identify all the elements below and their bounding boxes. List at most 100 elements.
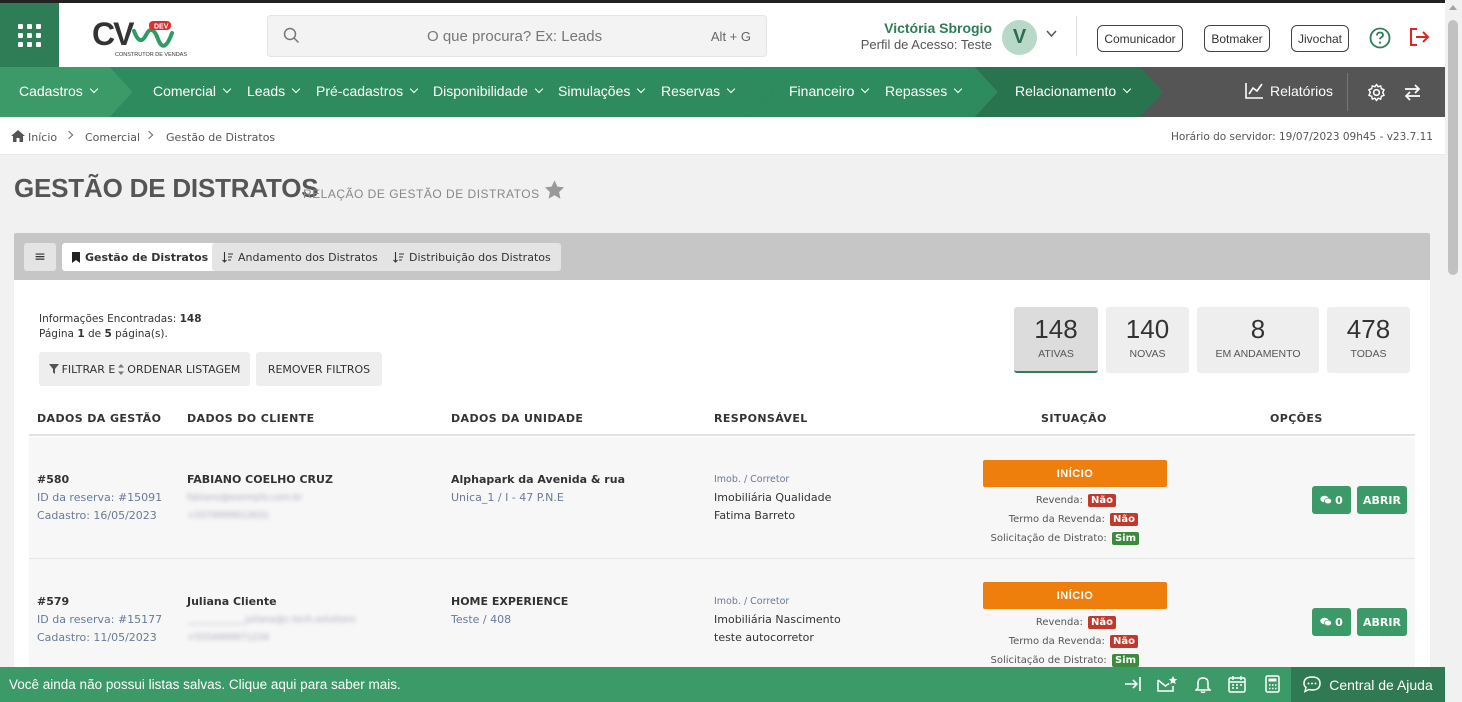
solicitacao-badge: Sim xyxy=(1111,532,1139,545)
jivochat-button[interactable]: Jivochat xyxy=(1291,25,1349,52)
stat-novas[interactable]: 140 NOVAS xyxy=(1106,307,1189,373)
flag-label: Termo da Revenda: xyxy=(1008,636,1105,647)
calculator-icon[interactable] xyxy=(1265,675,1280,693)
nav-label: Relacionamento xyxy=(1015,83,1117,99)
tab-gestao-distratos[interactable]: Gestão de Distratos xyxy=(62,243,219,271)
swap-icon[interactable] xyxy=(1403,83,1422,102)
chevron-down-icon xyxy=(1122,84,1132,94)
nav-label: Cadastros xyxy=(19,83,83,99)
chat-bubble-icon xyxy=(1303,676,1321,693)
nav-relatorios[interactable]: Relatórios xyxy=(1245,82,1333,99)
cliente-phone: +5554999971234 xyxy=(187,633,269,643)
scroll-up-arrow[interactable] xyxy=(1449,5,1457,10)
tab-bar: ≡ Gestão de Distratos Andamento dos Dist… xyxy=(14,233,1430,280)
flag-label: Revenda: xyxy=(1035,495,1083,506)
comunicador-button[interactable]: Comunicador xyxy=(1097,25,1183,52)
nav-comercial[interactable]: Comercial xyxy=(153,83,232,99)
chevron-down-icon[interactable] xyxy=(1046,30,1057,38)
nav-relacionamento[interactable]: Relacionamento xyxy=(1015,83,1132,99)
cliente-phone: +5579999912631 xyxy=(187,511,269,521)
chevron-right-icon xyxy=(64,130,74,140)
filter-order-button[interactable]: FILTRAR E ORDENAR LISTAGEM xyxy=(39,352,250,386)
search-placeholder[interactable]: O que procura? Ex: Leads xyxy=(427,28,602,45)
nav-cadastros[interactable]: Cadastros xyxy=(19,83,99,99)
results-info: Informações Encontradas: 148 Página 1 de… xyxy=(39,312,202,342)
nav-leads[interactable]: Leads xyxy=(247,83,301,99)
remove-filters-button[interactable]: REMOVER FILTROS xyxy=(256,352,382,386)
page-of: de xyxy=(87,328,102,340)
user-info[interactable]: Victória Sbrogio Perfil de Acesso: Teste xyxy=(840,20,992,52)
nav-label: Financeiro xyxy=(789,83,855,99)
user-name: Victória Sbrogio xyxy=(884,20,992,36)
comments-button[interactable]: 0 xyxy=(1312,608,1351,636)
comments-button[interactable]: 0 xyxy=(1312,486,1351,514)
help-icon[interactable] xyxy=(1369,27,1391,49)
user-profile: Perfil de Acesso: Teste xyxy=(860,37,992,52)
divider xyxy=(1076,16,1077,56)
gear-icon[interactable] xyxy=(1367,83,1386,102)
termo-flag: Termo da Revenda: Não xyxy=(988,635,1138,648)
stat-label: NOVAS xyxy=(1129,348,1166,360)
apps-menu-button[interactable] xyxy=(0,3,59,67)
svg-text:CV: CV xyxy=(92,17,135,52)
cliente-email: _____________juliana@c-tech.solutions xyxy=(187,615,356,625)
star-icon[interactable] xyxy=(544,180,565,200)
responsavel-cell: Imob. / Corretor Imobiliária Nascimento … xyxy=(714,593,841,647)
home-icon[interactable] xyxy=(11,130,25,142)
comments-count: 0 xyxy=(1335,615,1343,629)
nav-label: Relatórios xyxy=(1270,82,1334,99)
chevron-down-icon xyxy=(861,84,870,94)
tab-andamento-distratos[interactable]: Andamento dos Distratos xyxy=(212,243,388,271)
calendar-icon[interactable] xyxy=(1228,675,1246,693)
table-row[interactable]: #579 ID da reserva: #15177 Cadastro: 11/… xyxy=(29,559,1415,681)
revenda-flag: Revenda: Não xyxy=(966,616,1116,629)
stat-ativas[interactable]: 148 ATIVAS xyxy=(1014,307,1098,373)
found-label: Informações Encontradas: xyxy=(39,313,177,325)
comments-icon xyxy=(1320,495,1333,505)
global-search[interactable]: O que procura? Ex: Leads Alt + G xyxy=(267,15,767,57)
breadcrumb-inicio[interactable]: Início xyxy=(28,131,57,144)
avatar[interactable]: V xyxy=(1002,20,1037,55)
chevron-down-icon xyxy=(409,84,419,94)
collapse-right-icon[interactable] xyxy=(1124,675,1142,693)
imobiliaria: Imobiliária Qualidade xyxy=(714,491,832,504)
nav-pre-cadastros[interactable]: Pré-cadastros xyxy=(316,83,419,99)
help-center-button[interactable]: Central de Ajuda xyxy=(1291,667,1445,702)
stat-value: 148 xyxy=(1034,314,1078,344)
bell-icon[interactable] xyxy=(1195,675,1211,693)
filter-icon xyxy=(48,364,59,374)
termo-flag: Termo da Revenda: Não xyxy=(988,513,1138,526)
revenda-badge: Não xyxy=(1088,494,1116,507)
cliente-email: fabiano@exemplo.com.br xyxy=(187,493,303,503)
breadcrumb-comercial[interactable]: Comercial xyxy=(85,131,140,144)
logout-icon[interactable] xyxy=(1409,27,1431,47)
table-row[interactable]: #580 ID da reserva: #15091 Cadastro: 16/… xyxy=(29,437,1415,559)
search-shortcut: Alt + G xyxy=(710,29,751,44)
chevron-down-icon xyxy=(222,84,232,94)
saved-lists-message[interactable]: Você ainda não possui listas salvas. Cli… xyxy=(9,677,401,692)
stat-em-andamento[interactable]: 8 EM ANDAMENTO xyxy=(1197,307,1319,373)
hamburger-menu-button[interactable]: ≡ xyxy=(24,243,56,271)
flag-label: Solicitação de Distrato: xyxy=(990,655,1107,666)
open-button[interactable]: ABRIR xyxy=(1357,486,1407,514)
scrollbar-thumb[interactable] xyxy=(1448,20,1458,275)
cliente-cell: FABIANO COELHO CRUZ fabiano@exemplo.com.… xyxy=(187,471,333,525)
botmaker-button[interactable]: Botmaker xyxy=(1204,25,1270,52)
nav-reservas[interactable]: Reservas xyxy=(661,83,736,99)
menu-icon: ≡ xyxy=(34,249,46,265)
tab-distribuicao-distratos[interactable]: Distribuição dos Distratos xyxy=(383,243,561,271)
nav-simulacoes[interactable]: Simulações xyxy=(558,83,646,99)
svg-text:DEV: DEV xyxy=(154,24,169,31)
stat-todas[interactable]: 478 TODAS xyxy=(1327,307,1410,373)
nav-disponibilidade[interactable]: Disponibilidade xyxy=(433,83,544,99)
nav-financeiro[interactable]: Financeiro xyxy=(789,83,870,99)
cv-logo[interactable]: CV DEV CONSTRUTOR DE VENDAS xyxy=(92,17,187,59)
order-label: ORDENAR LISTAGEM xyxy=(127,362,241,376)
solicitacao-flag: Solicitação de Distrato: Sim xyxy=(989,532,1139,545)
content-panel: Informações Encontradas: 148 Página 1 de… xyxy=(14,280,1430,681)
flag-label: Termo da Revenda: xyxy=(1008,514,1105,525)
nav-repasses[interactable]: Repasses xyxy=(885,83,963,99)
responsavel-label: Imob. / Corretor xyxy=(714,474,790,485)
open-button[interactable]: ABRIR xyxy=(1357,608,1407,636)
mail-star-icon[interactable] xyxy=(1157,675,1178,693)
